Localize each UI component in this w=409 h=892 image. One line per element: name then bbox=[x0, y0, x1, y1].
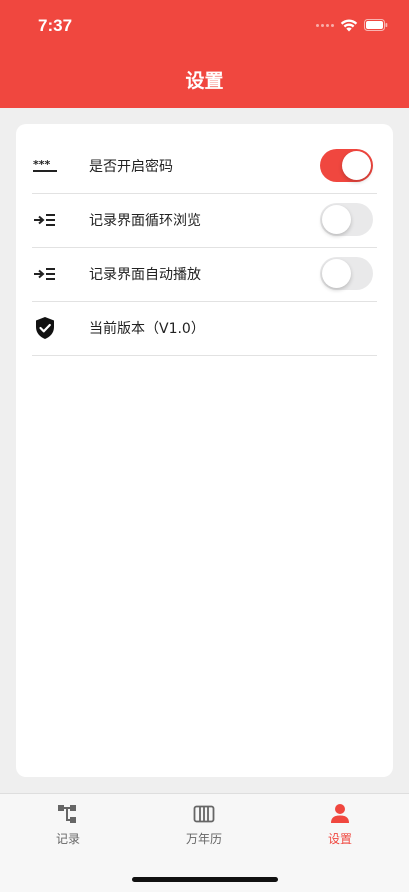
setting-row-loop-browse: 记录界面循环浏览 bbox=[32, 194, 377, 248]
page-title: 设置 bbox=[185, 70, 224, 92]
loop-browse-toggle[interactable] bbox=[320, 203, 373, 236]
password-icon: *** bbox=[32, 154, 58, 178]
indent-icon bbox=[32, 262, 58, 286]
svg-text:***: *** bbox=[33, 159, 51, 171]
wifi-icon bbox=[340, 19, 358, 32]
person-icon bbox=[331, 804, 349, 823]
setting-row-autoplay: 记录界面自动播放 bbox=[32, 248, 377, 302]
autoplay-toggle[interactable] bbox=[320, 257, 373, 290]
toggle-knob bbox=[322, 259, 351, 288]
setting-label-autoplay: 记录界面自动播放 bbox=[89, 267, 201, 283]
tab-records[interactable]: 记录 bbox=[28, 802, 108, 847]
setting-label-password: 是否开启密码 bbox=[89, 159, 173, 175]
header-bar: 7:37 设置 bbox=[0, 0, 409, 108]
shield-check-icon bbox=[32, 316, 58, 340]
setting-label-loop-browse: 记录界面循环浏览 bbox=[89, 213, 201, 229]
calendar-icon bbox=[193, 805, 215, 823]
toggle-knob bbox=[322, 205, 351, 234]
setting-row-version[interactable]: 当前版本（V1.0） bbox=[32, 302, 377, 356]
indent-icon bbox=[32, 208, 58, 232]
setting-row-password: *** 是否开启密码 bbox=[32, 140, 377, 194]
password-toggle[interactable] bbox=[320, 149, 373, 182]
tab-label-records: 记录 bbox=[55, 832, 80, 846]
setting-label-version: 当前版本（V1.0） bbox=[89, 321, 205, 337]
toggle-knob bbox=[342, 151, 371, 180]
status-time: 7:37 bbox=[38, 16, 73, 35]
home-indicator[interactable] bbox=[132, 877, 278, 882]
tab-settings[interactable]: 设置 bbox=[300, 802, 380, 847]
settings-card: *** 是否开启密码 记录界面循环浏览 记录界面自动播放 当前版本（V1.0） bbox=[16, 124, 393, 777]
cellular-signal-icon bbox=[316, 24, 336, 28]
tree-icon bbox=[58, 805, 76, 823]
tab-label-calendar: 万年历 bbox=[185, 832, 222, 846]
tab-label-settings: 设置 bbox=[327, 832, 352, 846]
tab-calendar[interactable]: 万年历 bbox=[164, 802, 244, 847]
battery-icon bbox=[364, 19, 388, 31]
